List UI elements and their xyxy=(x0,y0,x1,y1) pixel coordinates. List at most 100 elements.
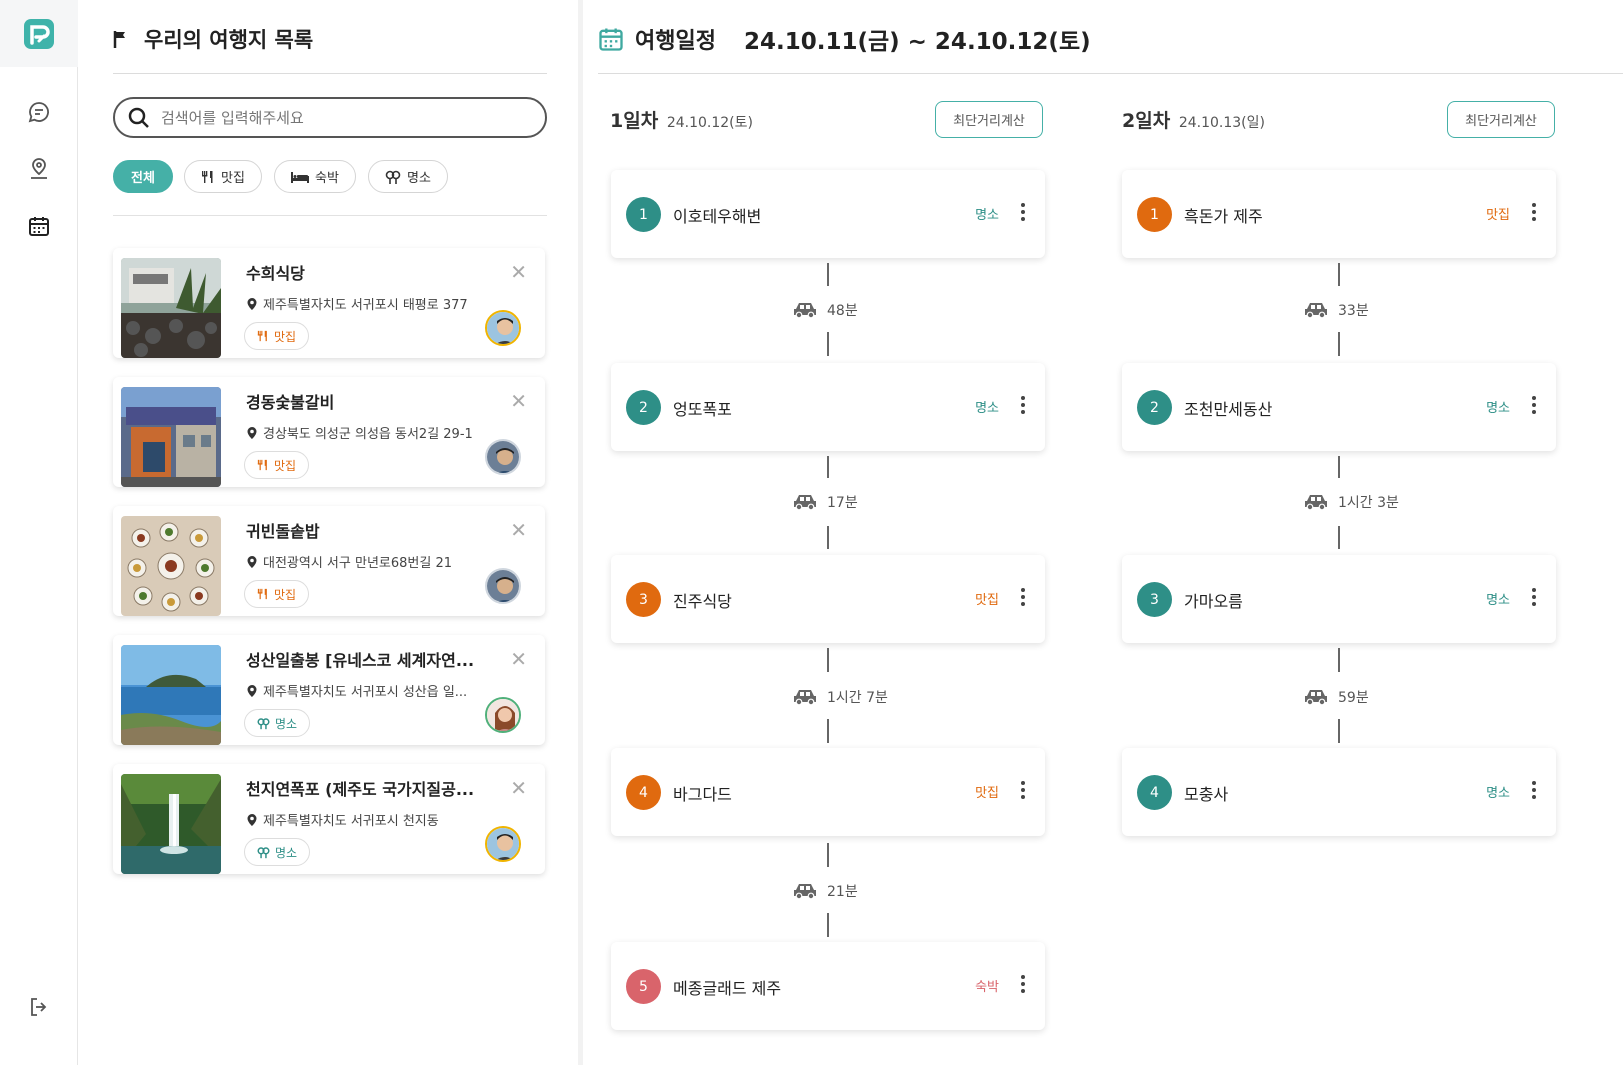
schedule-stop[interactable]: 2 조천만세동산 명소 xyxy=(1122,363,1556,451)
stop-number: 4 xyxy=(1137,775,1172,810)
more-options-icon[interactable] xyxy=(1019,778,1027,804)
calendar-icon xyxy=(599,28,623,51)
route-connector xyxy=(1338,263,1340,286)
stop-number: 1 xyxy=(1137,197,1172,232)
travel-time-text: 17분 xyxy=(827,495,858,511)
place-card[interactable]: 수희식당 제주특별자치도 서귀포시 태평로 377 맛집 ✕ xyxy=(113,248,545,358)
car-icon xyxy=(794,303,816,319)
route-connector xyxy=(1338,719,1340,743)
calendar-icon[interactable] xyxy=(22,209,56,243)
search-input[interactable] xyxy=(161,108,521,127)
travel-time: 33분 xyxy=(1303,300,1369,320)
place-tag-label: 명소 xyxy=(275,845,298,860)
tree-icon xyxy=(257,717,270,729)
schedule-stop[interactable]: 3 진주식당 맛집 xyxy=(611,555,1045,643)
more-options-icon[interactable] xyxy=(1530,393,1538,419)
schedule-stop[interactable]: 3 가마오름 명소 xyxy=(1122,555,1556,643)
filter-attraction[interactable]: 명소 xyxy=(368,160,448,193)
car-icon xyxy=(1305,303,1327,319)
route-connector xyxy=(1338,332,1340,356)
place-name: 천지연폭포 (제주도 국가지질공... xyxy=(246,780,475,799)
place-list-title-text: 우리의 여행지 목록 xyxy=(144,28,314,52)
route-connector xyxy=(827,843,829,867)
close-icon[interactable]: ✕ xyxy=(510,647,527,671)
place-tag: 명소 xyxy=(244,838,311,866)
more-options-icon[interactable] xyxy=(1019,972,1027,998)
fork-knife-icon xyxy=(202,170,213,183)
place-tag: 맛집 xyxy=(244,580,310,608)
route-connector xyxy=(1338,526,1340,549)
user-location-icon[interactable] xyxy=(22,152,56,186)
schedule-stop[interactable]: 5 메종글래드 제주 숙박 xyxy=(611,942,1045,1030)
filter-lodging-label: 숙박 xyxy=(315,171,339,186)
more-options-icon[interactable] xyxy=(1019,393,1027,419)
stop-number: 4 xyxy=(626,775,661,810)
shortest-route-button[interactable]: 최단거리계산 xyxy=(935,101,1043,138)
stop-number: 3 xyxy=(626,582,661,617)
filter-all[interactable]: 전체 xyxy=(113,160,173,193)
more-options-icon[interactable] xyxy=(1530,200,1538,226)
stop-category: 맛집 xyxy=(1486,208,1510,223)
stop-number: 1 xyxy=(626,197,661,232)
place-tag-label: 맛집 xyxy=(274,458,297,473)
logout-icon[interactable] xyxy=(22,990,56,1024)
close-icon[interactable]: ✕ xyxy=(510,260,527,284)
close-icon[interactable]: ✕ xyxy=(510,389,527,413)
travel-time-text: 48분 xyxy=(827,303,858,319)
route-connector xyxy=(827,263,829,286)
travel-time: 59분 xyxy=(1303,687,1369,707)
place-card[interactable]: 귀빈돌솥밥 대전광역시 서구 만년로68번길 21 맛집 ✕ xyxy=(113,506,545,616)
place-tag: 맛집 xyxy=(244,451,310,479)
travel-time-text: 1시간 7분 xyxy=(827,690,888,706)
stop-name: 조천만세동산 xyxy=(1184,400,1273,419)
place-card[interactable]: 경동숯불갈비 경상북도 의성군 의성읍 동서2길 29-1 맛집 ✕ xyxy=(113,377,545,487)
avatar xyxy=(485,439,521,475)
day-title: 2일차 24.10.13(일) xyxy=(1122,106,1265,133)
shortest-route-button[interactable]: 최단거리계산 xyxy=(1447,101,1555,138)
day-title: 1일차 24.10.12(토) xyxy=(610,106,753,133)
divider xyxy=(113,73,547,74)
search-box[interactable] xyxy=(113,97,547,138)
more-options-icon[interactable] xyxy=(1019,200,1027,226)
place-tag: 명소 xyxy=(244,709,311,737)
day-date: 24.10.13(일) xyxy=(1178,115,1265,131)
schedule-stop[interactable]: 2 엉또폭포 명소 xyxy=(611,363,1045,451)
more-options-icon[interactable] xyxy=(1530,585,1538,611)
schedule-stop[interactable]: 4 모충사 명소 xyxy=(1122,748,1556,836)
place-name: 성산일출봉 [유네스코 세계자연... xyxy=(246,651,475,670)
chat-icon[interactable] xyxy=(22,95,56,129)
place-address-text: 제주특별자치도 서귀포시 태평로 377 xyxy=(263,298,468,313)
stop-category: 맛집 xyxy=(975,786,999,801)
search-icon xyxy=(128,107,149,128)
filter-restaurant-label: 맛집 xyxy=(221,171,245,186)
avatar xyxy=(485,826,521,862)
place-tag-label: 맛집 xyxy=(274,587,297,602)
stop-number: 5 xyxy=(626,969,661,1004)
close-icon[interactable]: ✕ xyxy=(510,518,527,542)
schedule-stop[interactable]: 1 흑돈가 제주 맛집 xyxy=(1122,170,1556,258)
divider xyxy=(113,215,547,216)
route-connector xyxy=(827,719,829,743)
place-address-text: 제주특별자치도 서귀포시 성산읍 일... xyxy=(263,685,468,700)
stop-number: 2 xyxy=(1137,390,1172,425)
place-address-text: 제주특별자치도 서귀포시 천지동 xyxy=(263,814,439,829)
close-icon[interactable]: ✕ xyxy=(510,776,527,800)
travel-time-text: 1시간 3분 xyxy=(1338,495,1399,511)
filter-restaurant[interactable]: 맛집 xyxy=(184,160,262,193)
travel-time: 17분 xyxy=(792,492,858,512)
schedule-stop[interactable]: 1 이호테우해변 명소 xyxy=(611,170,1045,258)
logo-icon[interactable] xyxy=(0,0,78,67)
schedule-stop[interactable]: 4 바그다드 맛집 xyxy=(611,748,1045,836)
stop-category: 명소 xyxy=(1486,593,1510,608)
place-address-text: 대전광역시 서구 만년로68번길 21 xyxy=(263,556,453,571)
place-name: 수희식당 xyxy=(246,264,305,283)
more-options-icon[interactable] xyxy=(1530,778,1538,804)
filter-lodging[interactable]: 숙박 xyxy=(274,160,356,193)
place-card[interactable]: 성산일출봉 [유네스코 세계자연... 제주특별자치도 서귀포시 성산읍 일..… xyxy=(113,635,545,745)
place-thumbnail xyxy=(121,387,221,487)
route-connector xyxy=(827,913,829,937)
place-thumbnail xyxy=(121,516,221,616)
more-options-icon[interactable] xyxy=(1019,585,1027,611)
place-card[interactable]: 천지연폭포 (제주도 국가지질공... 제주특별자치도 서귀포시 천지동 명소 … xyxy=(113,764,545,874)
route-connector xyxy=(1338,456,1340,478)
